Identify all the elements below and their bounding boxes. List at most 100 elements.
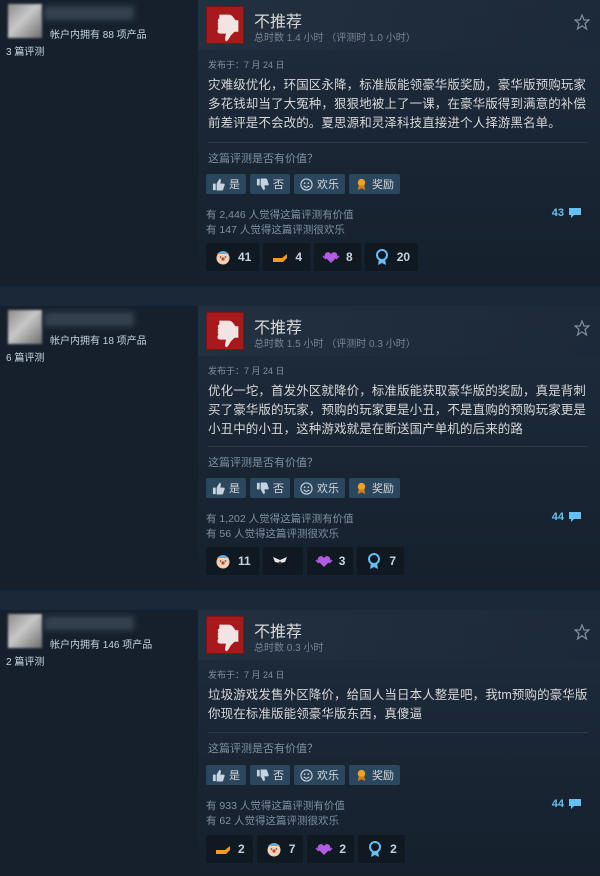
vote-no-button[interactable]: 否 bbox=[250, 478, 290, 498]
vote-counts: 有 1,202 人觉得这篇评测有价值 有 56 人觉得这篇评测很欢乐 bbox=[206, 512, 354, 542]
review-card: 帐户内拥有 18 项产品 6 篇评测 不推荐 总时数 1.5 小时 （评测时 0… bbox=[0, 306, 600, 590]
comment-bubble-icon bbox=[569, 512, 581, 522]
award-value: 41 bbox=[238, 250, 252, 264]
awards-row: 2 7 2 2 bbox=[206, 835, 405, 863]
review-text: 垃圾游戏发售外区降价，给国人当日本人整是吧，我tm预购的豪华版你现在标准版能领豪… bbox=[208, 688, 588, 721]
award-item[interactable]: 20 bbox=[364, 243, 419, 271]
vote-funny-label: 欢乐 bbox=[317, 770, 339, 782]
avatar[interactable] bbox=[8, 614, 42, 648]
review-count[interactable]: 2 篇评测 bbox=[6, 653, 44, 668]
award-item[interactable]: 4 bbox=[263, 243, 311, 271]
star-icon[interactable] bbox=[573, 13, 591, 31]
award-item[interactable]: 2 bbox=[206, 835, 253, 863]
heart-icon bbox=[322, 252, 340, 263]
avatar[interactable] bbox=[8, 4, 42, 38]
divider bbox=[208, 142, 588, 143]
medal-icon bbox=[375, 249, 388, 265]
star-icon[interactable] bbox=[573, 319, 591, 337]
review-body: 不推荐 总时数 0.3 小时 发布于：7 月 24 日 垃圾游戏发售外区降价，给… bbox=[198, 610, 600, 876]
owned-products[interactable]: 帐户内拥有 88 项产品 bbox=[50, 26, 147, 41]
award-item[interactable] bbox=[262, 547, 303, 575]
clown-face-icon bbox=[267, 843, 281, 857]
heart-icon bbox=[315, 844, 333, 855]
posted-date: 发布于：7 月 24 日 bbox=[208, 366, 285, 376]
hot-take-icon bbox=[273, 254, 288, 262]
comments-link[interactable]: 44 bbox=[552, 511, 582, 523]
divider bbox=[208, 446, 588, 447]
award-item[interactable]: 7 bbox=[256, 835, 304, 863]
playtime: 总时数 1.5 小时 （评测时 0.3 小时） bbox=[254, 339, 416, 350]
vote-funny-label: 欢乐 bbox=[317, 179, 339, 191]
vote-yes-button[interactable]: 是 bbox=[206, 765, 246, 785]
award-item[interactable]: 7 bbox=[357, 547, 405, 575]
vote-funny-button[interactable]: 欢乐 bbox=[294, 174, 345, 194]
smiley-icon bbox=[300, 768, 313, 782]
thumbs-up-icon bbox=[212, 769, 225, 782]
smiley-icon bbox=[300, 481, 313, 495]
helpful-question: 这篇评测是否有价值？ bbox=[208, 743, 318, 755]
owned-products[interactable]: 帐户内拥有 146 项产品 bbox=[50, 636, 152, 651]
award-button[interactable]: 奖励 bbox=[349, 174, 400, 194]
thumbs-down-icon bbox=[206, 6, 244, 44]
thumbs-up-icon bbox=[212, 482, 225, 495]
username-blurred[interactable] bbox=[44, 6, 134, 20]
vote-funny-label: 欢乐 bbox=[317, 483, 339, 495]
review-card: 帐户内拥有 88 项产品 3 篇评测 不推荐 总时数 1.4 小时 （评测时 1… bbox=[0, 0, 600, 286]
vote-funny-button[interactable]: 欢乐 bbox=[294, 765, 345, 785]
review-count[interactable]: 3 篇评测 bbox=[6, 43, 44, 58]
award-label: 奖励 bbox=[372, 179, 394, 191]
review-text: 优化一坨，首发外区就降价，标准版能获取豪华版的奖励，真是背刺买了豪华版的玩家，预… bbox=[208, 384, 587, 436]
award-button[interactable]: 奖励 bbox=[349, 765, 400, 785]
award-item[interactable]: 2 bbox=[307, 835, 355, 863]
thumbs-down-small-icon bbox=[256, 481, 269, 494]
funny-count: 有 56 人觉得这篇评测很欢乐 bbox=[206, 528, 340, 540]
clown-face-icon bbox=[216, 555, 230, 569]
clown-face-icon bbox=[216, 251, 230, 265]
vote-yes-label: 是 bbox=[229, 179, 240, 191]
funny-count: 有 147 人觉得这篇评测很欢乐 bbox=[206, 224, 345, 236]
award-value: 11 bbox=[238, 554, 251, 568]
avatar[interactable] bbox=[8, 310, 42, 344]
playtime: 总时数 0.3 小时 bbox=[254, 643, 324, 654]
star-icon[interactable] bbox=[573, 623, 591, 641]
vote-yes-label: 是 bbox=[229, 483, 240, 495]
vote-no-button[interactable]: 否 bbox=[250, 765, 290, 785]
awards-row: 11 3 7 bbox=[206, 547, 405, 575]
award-label: 奖励 bbox=[372, 483, 394, 495]
vote-yes-button[interactable]: 是 bbox=[206, 478, 246, 498]
review-header[interactable]: 不推荐 总时数 1.5 小时 （评测时 0.3 小时） bbox=[198, 306, 600, 356]
helpful-count: 有 2,446 人觉得这篇评测有价值 bbox=[206, 209, 354, 221]
comments-link[interactable]: 43 bbox=[552, 207, 582, 219]
playtime: 总时数 1.4 小时 （评测时 1.0 小时） bbox=[254, 33, 416, 44]
username-blurred[interactable] bbox=[44, 616, 134, 630]
award-item[interactable]: 41 bbox=[206, 243, 260, 271]
award-value: 2 bbox=[238, 842, 245, 856]
owned-products[interactable]: 帐户内拥有 18 项产品 bbox=[50, 332, 147, 347]
review-header[interactable]: 不推荐 总时数 0.3 小时 bbox=[198, 610, 600, 660]
award-item[interactable]: 8 bbox=[314, 243, 361, 271]
award-value: 2 bbox=[390, 842, 397, 856]
award-value: 20 bbox=[396, 250, 411, 264]
vote-no-button[interactable]: 否 bbox=[250, 174, 290, 194]
medal-icon bbox=[369, 841, 382, 857]
vote-funny-button[interactable]: 欢乐 bbox=[294, 478, 345, 498]
award-value: 8 bbox=[346, 250, 353, 264]
helpful-count: 有 1,202 人觉得这篇评测有价值 bbox=[206, 513, 354, 525]
helpful-question: 这篇评测是否有价值？ bbox=[208, 457, 318, 469]
award-item[interactable]: 2 bbox=[358, 835, 405, 863]
award-item[interactable]: 3 bbox=[306, 547, 354, 575]
vote-no-label: 否 bbox=[273, 179, 284, 191]
vote-buttons: 是 否 欢乐 奖励 bbox=[206, 478, 400, 498]
award-item[interactable]: 11 bbox=[206, 547, 259, 575]
username-blurred[interactable] bbox=[44, 312, 134, 326]
divider bbox=[208, 732, 588, 733]
vote-no-label: 否 bbox=[273, 483, 284, 495]
review-header[interactable]: 不推荐 总时数 1.4 小时 （评测时 1.0 小时） bbox=[198, 0, 600, 50]
comment-bubble-icon bbox=[569, 799, 581, 809]
award-button[interactable]: 奖励 bbox=[349, 478, 400, 498]
vote-yes-button[interactable]: 是 bbox=[206, 174, 246, 194]
review-count[interactable]: 6 篇评测 bbox=[6, 349, 44, 364]
comments-link[interactable]: 44 bbox=[552, 798, 582, 810]
award-value: 4 bbox=[295, 250, 303, 264]
vote-counts: 有 2,446 人觉得这篇评测有价值 有 147 人觉得这篇评测很欢乐 bbox=[206, 208, 354, 238]
